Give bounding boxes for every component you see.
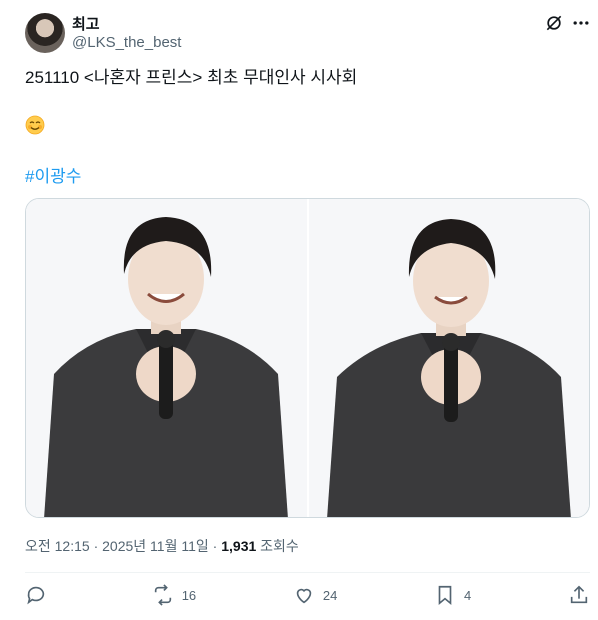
reply-icon bbox=[27, 586, 45, 605]
meta-separator: · bbox=[93, 538, 99, 554]
retweet-icon bbox=[154, 584, 171, 606]
views-label: 조회수 bbox=[260, 538, 299, 554]
photo-left[interactable] bbox=[26, 199, 307, 517]
heart-icon bbox=[296, 588, 312, 604]
media-gallery bbox=[25, 198, 590, 518]
like-button[interactable]: 24 bbox=[293, 584, 337, 606]
tweet-text: 251110 <나혼자 프린스> 최초 무대인사 시사회 bbox=[25, 68, 358, 87]
display-name[interactable]: 최고 bbox=[72, 13, 100, 34]
tweet-timestamp: 오전 12:15 · 2025년 11월 11일 · 1,931 조회수 bbox=[25, 536, 299, 556]
tweet-time[interactable]: 오전 12:15 bbox=[25, 538, 90, 554]
avatar[interactable] bbox=[25, 13, 65, 53]
person-photo-right bbox=[308, 199, 589, 517]
retweet-count: 16 bbox=[181, 587, 197, 603]
share-icon bbox=[570, 585, 588, 604]
share-button[interactable] bbox=[568, 584, 590, 606]
action-bar: 16 24 4 bbox=[25, 582, 590, 608]
like-count: 24 bbox=[322, 587, 338, 603]
more-icon[interactable] bbox=[570, 12, 592, 34]
bookmark-icon bbox=[438, 585, 452, 606]
reply-button[interactable] bbox=[25, 584, 55, 606]
smiling-face-icon bbox=[25, 115, 45, 135]
tweet-date[interactable]: 2025년 11월 11일 bbox=[102, 538, 209, 554]
person-photo-left bbox=[26, 199, 307, 517]
bookmark-button[interactable]: 4 bbox=[434, 584, 471, 606]
user-handle[interactable]: @LKS_the_best bbox=[72, 34, 181, 51]
bookmark-count: 4 bbox=[464, 587, 472, 603]
grok-icon[interactable] bbox=[543, 12, 565, 34]
views-count: 1,931 bbox=[221, 538, 257, 554]
retweet-button[interactable]: 16 bbox=[152, 584, 196, 606]
photo-right[interactable] bbox=[306, 199, 589, 517]
divider bbox=[25, 572, 590, 573]
hashtag-link[interactable]: #이광수 bbox=[25, 162, 81, 187]
meta-separator: · bbox=[212, 538, 218, 554]
